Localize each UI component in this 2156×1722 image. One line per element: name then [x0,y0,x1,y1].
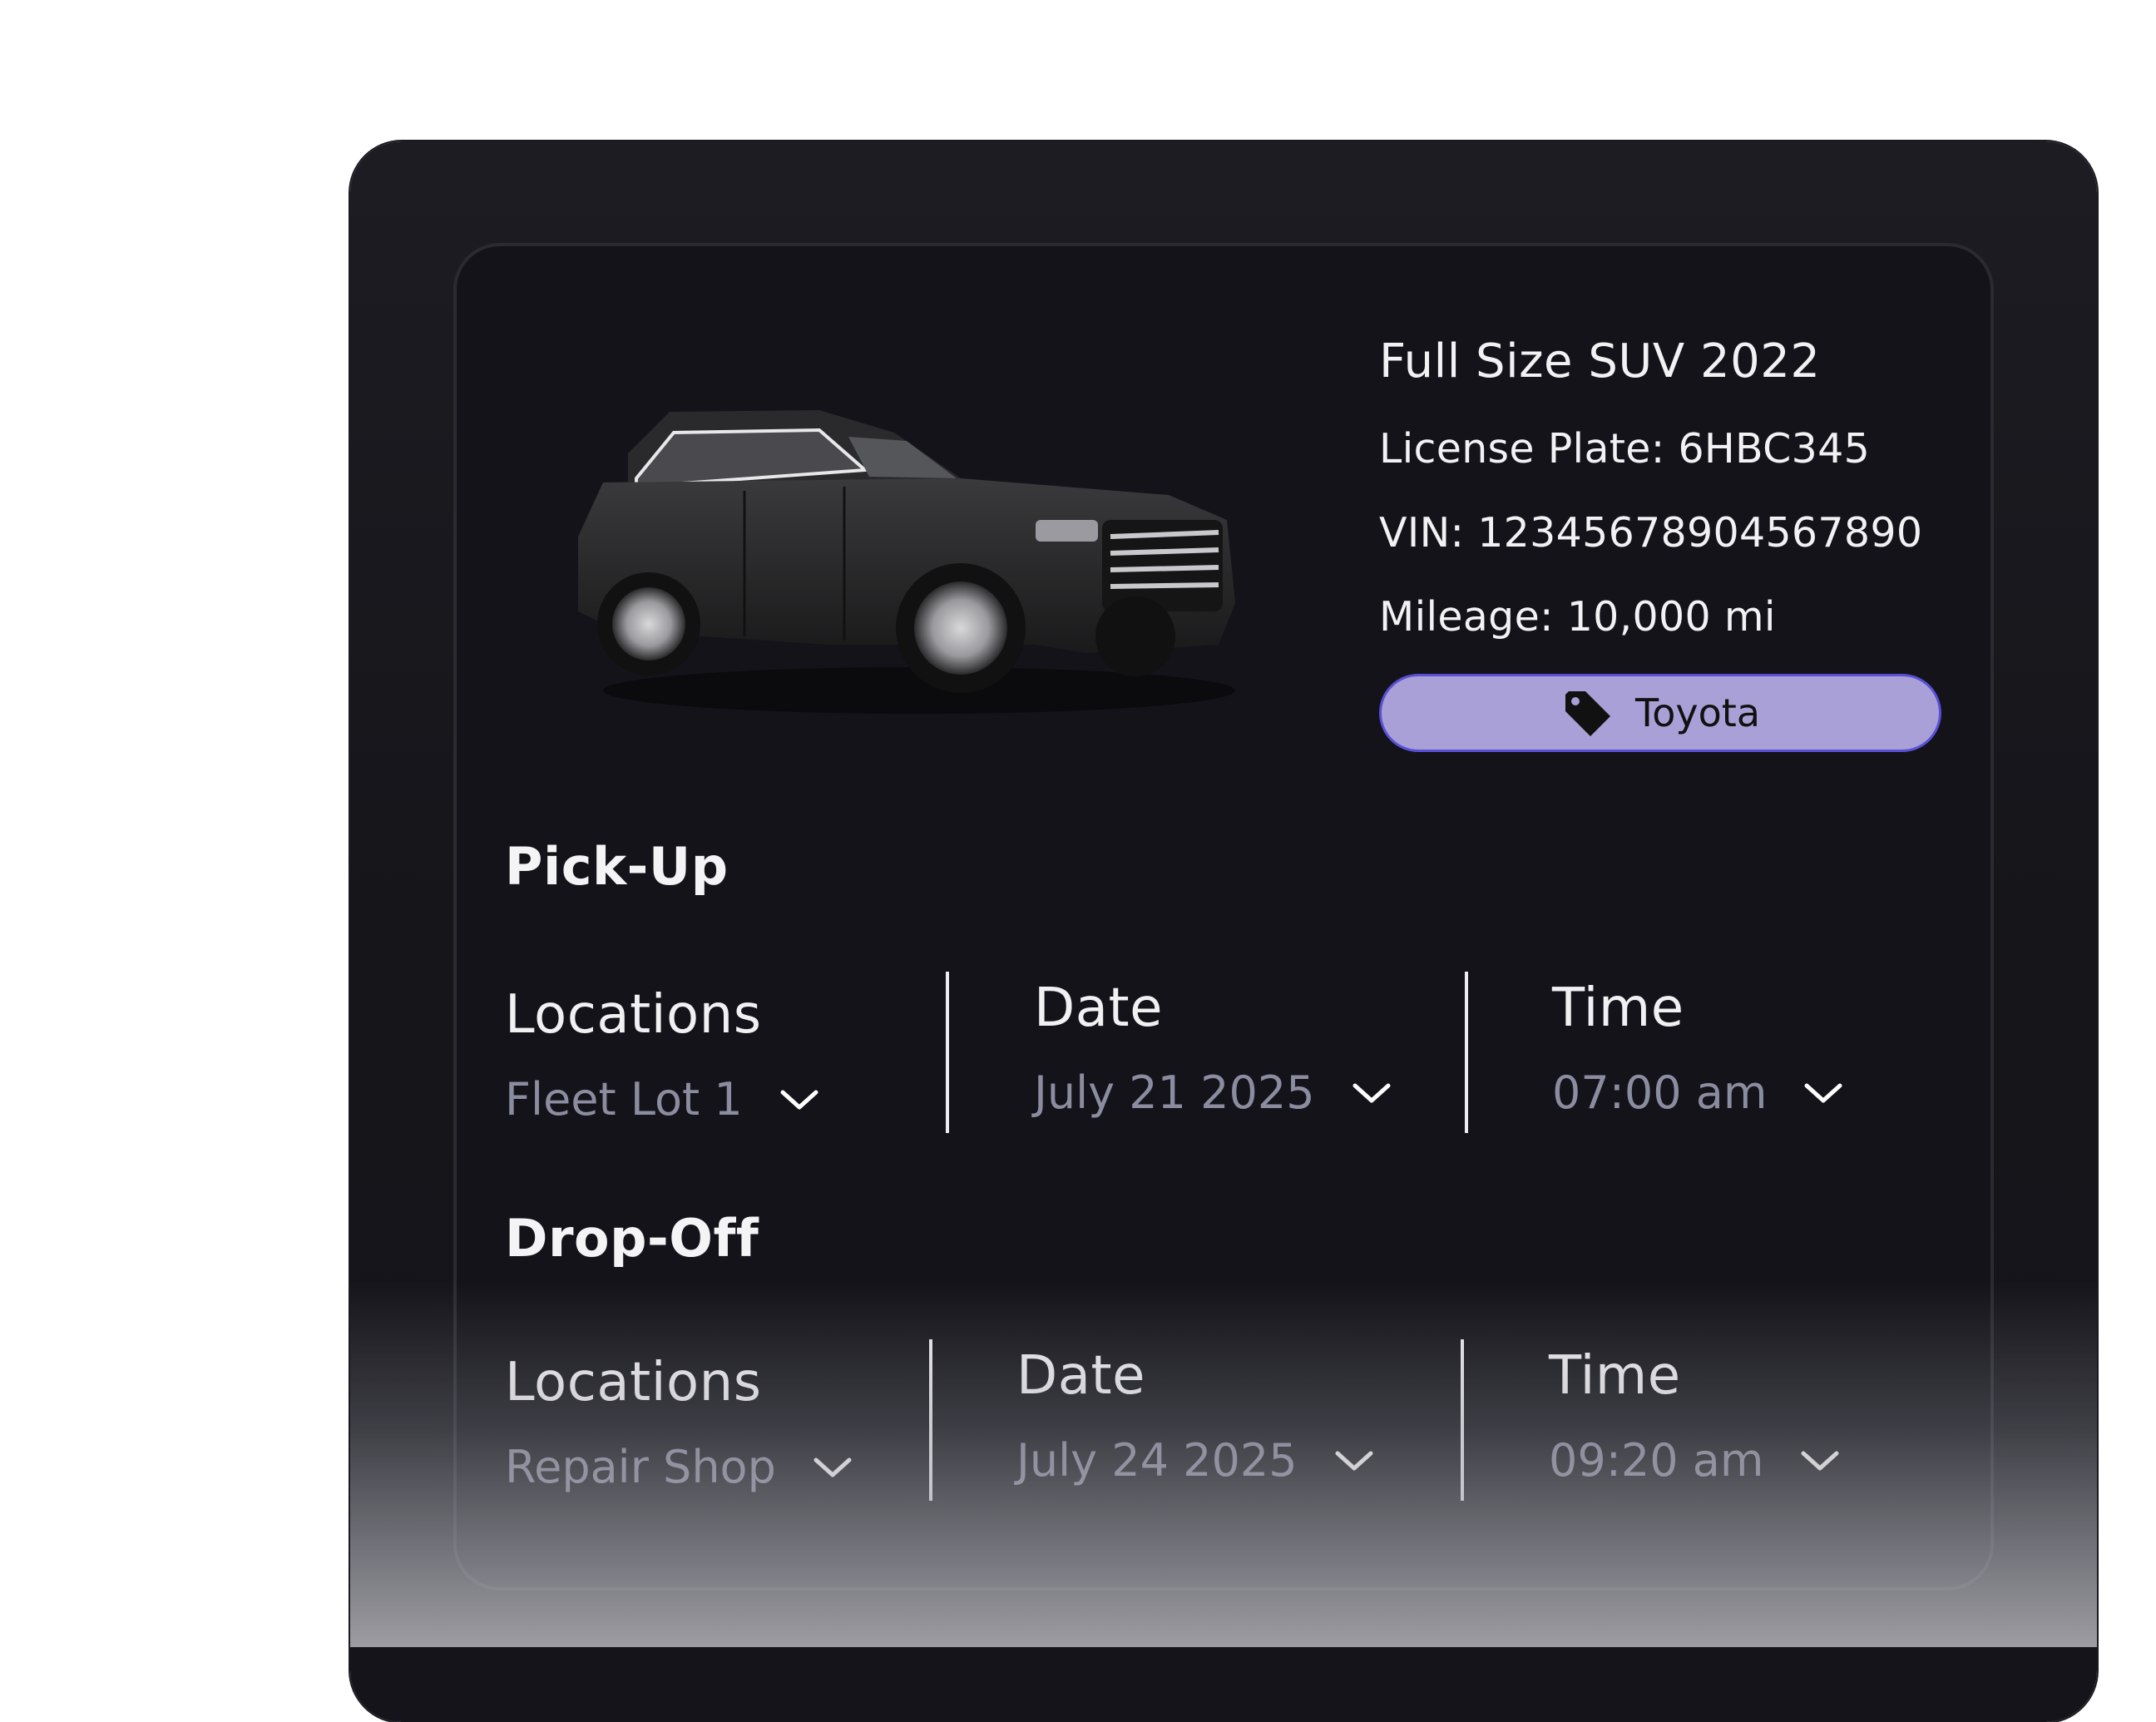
dropoff-location-value: Repair Shop [505,1441,776,1493]
dropoff-time-select[interactable]: 09:20 am [1549,1434,1840,1487]
vehicle-info: Full Size SUV 2022 License Plate: 6HBC34… [1379,329,1978,659]
chevron-down-icon[interactable] [1803,1081,1843,1106]
license-plate: License Plate: 6HBC345 [1379,425,1871,473]
tag-icon [1565,691,1610,736]
dropoff-date-field[interactable]: Date July 24 2025 [1016,1343,1374,1487]
pickup-date-value: July 21 2025 [1034,1066,1315,1119]
divider [1461,1339,1464,1501]
dropoff-date-label: Date [1016,1345,1145,1407]
chevron-down-icon[interactable] [1334,1448,1374,1473]
dropoff-section-title: Drop-Off [505,1208,759,1269]
dropoff-time-field[interactable]: Time 09:20 am [1549,1343,1840,1487]
chevron-down-icon[interactable] [1352,1081,1392,1106]
dropoff-date-value: July 24 2025 [1016,1434,1298,1487]
dropoff-time-label: Time [1549,1345,1681,1407]
divider [1465,972,1468,1133]
dropoff-location-field[interactable]: Locations Repair Shop [505,1349,853,1493]
pickup-location-value: Fleet Lot 1 [505,1073,743,1126]
suv-car-image [578,410,1235,714]
pickup-location-select[interactable]: Fleet Lot 1 [505,1073,819,1126]
dropoff-date-select[interactable]: July 24 2025 [1016,1434,1374,1487]
pickup-location-field[interactable]: Locations Fleet Lot 1 [505,982,819,1126]
dropoff-location-select[interactable]: Repair Shop [505,1441,853,1493]
dropoff-time-value: 09:20 am [1549,1434,1764,1487]
brand-tag-badge[interactable]: Toyota [1379,674,1941,752]
pickup-time-value: 07:00 am [1552,1066,1768,1119]
vehicle-title: Full Size SUV 2022 [1379,334,1821,388]
chevron-down-icon[interactable] [813,1455,853,1480]
pickup-time-field[interactable]: Time 07:00 am [1552,975,1843,1119]
pickup-section-title: Pick-Up [505,836,729,897]
chevron-down-icon[interactable] [1800,1448,1840,1473]
pickup-date-label: Date [1034,977,1163,1039]
divider [929,1339,932,1501]
pickup-date-select[interactable]: July 21 2025 [1034,1066,1392,1119]
vin: VIN: 12345678904567890 [1379,509,1923,557]
pickup-date-field[interactable]: Date July 21 2025 [1034,975,1392,1119]
mileage: Mileage: 10,000 mi [1379,593,1776,641]
dropoff-location-label: Locations [505,1352,762,1413]
chevron-down-icon[interactable] [779,1087,819,1112]
brand-label: Toyota [1634,690,1761,735]
divider [946,972,949,1133]
pickup-location-label: Locations [505,984,762,1046]
pickup-time-select[interactable]: 07:00 am [1552,1066,1843,1119]
pickup-time-label: Time [1552,977,1684,1039]
